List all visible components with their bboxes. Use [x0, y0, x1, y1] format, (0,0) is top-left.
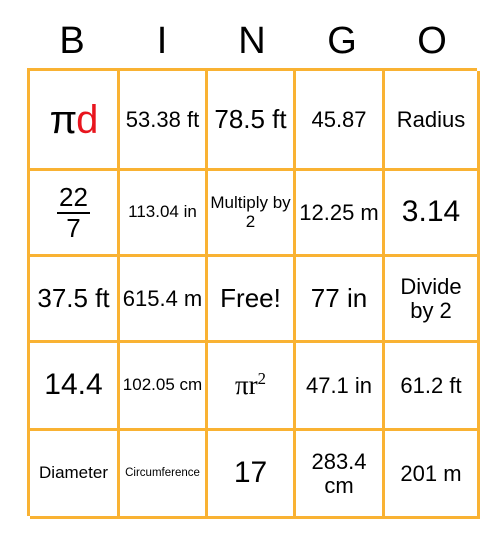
bingo-cell[interactable]: Diameter — [30, 431, 120, 519]
bingo-cell[interactable]: 3.14 — [385, 171, 480, 257]
bingo-cell[interactable]: 102.05 cm — [120, 343, 208, 431]
bingo-cell-label: 77 in — [310, 283, 368, 314]
bingo-cell[interactable]: 45.87 — [296, 71, 385, 171]
pi-symbol: π — [49, 97, 78, 142]
bingo-grid: πd 53.38 ft 78.5 ft 45.87 Radius 22 7 113.04 in… — [27, 68, 480, 519]
bingo-cell[interactable]: Divide by 2 — [385, 257, 480, 343]
bingo-card: B I N G O πd 53.38 ft 78.5 ft 45.87 Radius 22 7 113… — [0, 0, 501, 544]
bingo-cell-label: 78.5 ft — [214, 104, 287, 135]
bingo-cell[interactable]: 14.4 — [30, 343, 120, 431]
bingo-cell[interactable]: 201 m — [385, 431, 480, 519]
bingo-cell[interactable]: 113.04 in — [120, 171, 208, 257]
bingo-cell-label: 61.2 ft — [400, 372, 462, 398]
bingo-header-letter-g: G — [327, 20, 357, 62]
pi-d-expression: πd — [32, 100, 115, 140]
bingo-cell-label: Radius — [396, 106, 466, 132]
bingo-cell-label: 3.14 — [401, 195, 461, 229]
bingo-cell[interactable]: 78.5 ft — [208, 71, 296, 171]
bingo-cell-label: 283.4 cm — [311, 448, 367, 498]
bingo-cell-label: 53.38 ft — [125, 106, 200, 132]
bingo-cell-label: Multiply by 2 — [210, 193, 291, 231]
bingo-cell-label: 47.1 in — [305, 372, 373, 398]
bingo-cell[interactable]: Circumference — [120, 431, 208, 519]
bingo-header-letter-n: N — [238, 20, 266, 62]
bingo-cell[interactable]: 22 7 — [30, 171, 120, 257]
bingo-cell-label: 615.4 m — [122, 285, 203, 311]
bingo-header-letter-o: O — [417, 20, 447, 62]
bingo-cell-label: 102.05 cm — [122, 375, 203, 395]
bingo-cell-label: 37.5 ft — [37, 283, 110, 314]
bingo-cell-label: 45.87 — [311, 106, 367, 132]
bingo-header-letter-b: B — [59, 20, 85, 62]
bingo-cell-label: 201 m — [400, 460, 462, 486]
bingo-cell-label: Circumference — [125, 467, 200, 480]
bingo-header-row: BINGO — [27, 14, 477, 68]
bingo-cell[interactable]: 77 in — [296, 257, 385, 343]
bingo-cell[interactable]: πd — [30, 71, 120, 171]
bingo-cell[interactable]: 61.2 ft — [385, 343, 480, 431]
bingo-cell[interactable]: 53.38 ft — [120, 71, 208, 171]
bingo-cell[interactable]: 615.4 m — [120, 257, 208, 343]
bingo-cell[interactable]: Radius — [385, 71, 480, 171]
bingo-cell[interactable]: 47.1 in — [296, 343, 385, 431]
bingo-cell-label: Divide by 2 — [400, 273, 462, 323]
bingo-cell[interactable]: πr2 — [208, 343, 296, 431]
bingo-cell-label: 12.25 m — [299, 199, 379, 225]
bingo-header-letter-i: I — [156, 20, 168, 62]
fraction-denominator: 7 — [66, 212, 81, 243]
free-space-label: Free! — [220, 283, 281, 314]
bingo-cell[interactable]: 283.4 cm — [296, 431, 385, 519]
fraction-22-over-7: 22 7 — [57, 184, 90, 241]
bingo-free-space[interactable]: Free! — [208, 257, 296, 343]
bingo-cell[interactable]: Multiply by 2 — [208, 171, 296, 257]
exponent-two: 2 — [257, 369, 266, 388]
bingo-cell-label: 17 — [233, 456, 268, 490]
bingo-cell-label: Diameter — [39, 463, 108, 483]
bingo-cell-label: 14.4 — [44, 368, 103, 402]
bingo-cell-label: 113.04 in — [128, 202, 197, 222]
diameter-variable: d — [76, 97, 98, 142]
pi-r-squared-expression: πr2 — [210, 369, 291, 400]
bingo-cell[interactable]: 37.5 ft — [30, 257, 120, 343]
pi-r-base: πr — [235, 370, 258, 400]
fraction-numerator: 22 — [57, 181, 90, 214]
bingo-cell[interactable]: 12.25 m — [296, 171, 385, 257]
bingo-cell[interactable]: 17 — [208, 431, 296, 519]
